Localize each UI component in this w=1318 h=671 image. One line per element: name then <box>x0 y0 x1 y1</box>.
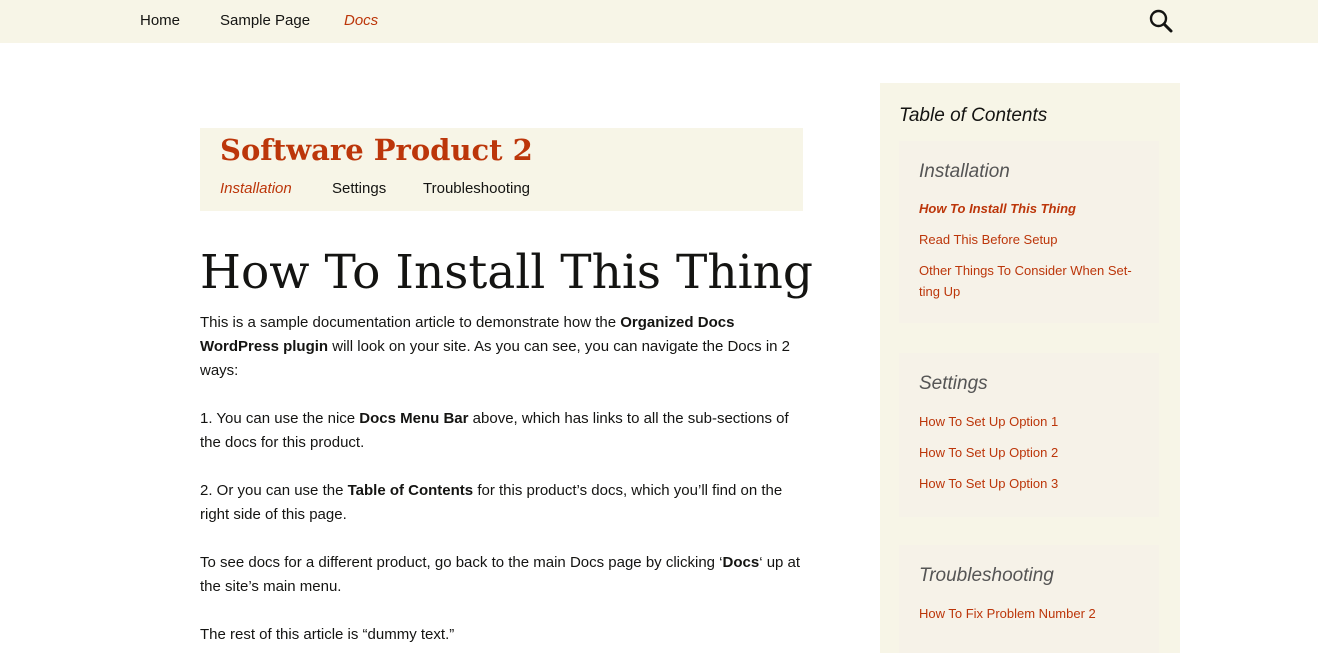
article-title: How To Install This Thing <box>200 245 813 300</box>
nav-home-link[interactable]: Home <box>140 0 180 43</box>
toc-section-installation: Installation How To Install This Thing R… <box>899 141 1159 323</box>
paragraph-bold-text: Table of Contents <box>347 482 474 499</box>
nav-docs-link[interactable]: Docs <box>344 0 378 43</box>
toc-link[interactable]: Other Things To Consider When Set-ting U… <box>919 260 1139 302</box>
docs-menu-bar: Software Product 2 Installation Settings… <box>200 128 803 211</box>
article-body: This is a sample documentation article t… <box>200 311 806 671</box>
docs-tab-installation[interactable]: Installation <box>220 178 292 200</box>
docs-tab-settings[interactable]: Settings <box>332 178 386 200</box>
product-title[interactable]: Software Product 2 <box>220 130 533 170</box>
paragraph-bold-text: Docs Menu Bar <box>359 410 469 427</box>
paragraph-text: This is a sample documentation article t… <box>200 314 621 331</box>
table-of-contents: Table of Contents Installation How To In… <box>880 83 1180 653</box>
toc-link[interactable]: Read This Before Setup <box>919 229 1139 250</box>
toc-link[interactable]: How To Install This Thing <box>919 198 1139 219</box>
toc-link[interactable]: How To Set Up Option 2 <box>919 442 1139 463</box>
article-paragraph: The rest of this article is “dummy text.… <box>200 626 455 643</box>
article-paragraph: This is a sample documentation article t… <box>200 311 806 383</box>
article-paragraph: 2. Or you can use the Table of Contents … <box>200 479 806 527</box>
toc-link[interactable]: How To Fix Problem Number 2 <box>919 603 1139 624</box>
top-navbar: Home Sample Page Docs <box>0 0 1318 43</box>
paragraph-bold-text: Docs <box>722 554 760 571</box>
paragraph-text: 1. You can use the nice <box>200 410 360 427</box>
article-paragraph: To see docs for a different product, go … <box>200 551 806 599</box>
nav-sample-page-link[interactable]: Sample Page <box>220 0 310 43</box>
paragraph-text: 2. Or you can use the <box>200 482 348 499</box>
toc-section-title: Installation <box>919 161 1010 182</box>
toc-link[interactable]: How To Set Up Option 3 <box>919 473 1139 494</box>
toc-section-title: Settings <box>919 373 988 394</box>
toc-section-troubleshooting: Troubleshooting How To Fix Problem Numbe… <box>899 545 1159 653</box>
article-paragraph: 1. You can use the nice Docs Menu Bar ab… <box>200 407 806 455</box>
toc-link[interactable]: How To Set Up Option 1 <box>919 411 1139 432</box>
docs-tab-troubleshooting[interactable]: Troubleshooting <box>423 178 530 200</box>
toc-section-title: Troubleshooting <box>919 565 1054 586</box>
search-icon[interactable] <box>1148 8 1174 34</box>
paragraph-text: To see docs for a different product, go … <box>200 554 723 571</box>
toc-section-settings: Settings How To Set Up Option 1 How To S… <box>899 353 1159 517</box>
toc-title: Table of Contents <box>899 105 1048 126</box>
